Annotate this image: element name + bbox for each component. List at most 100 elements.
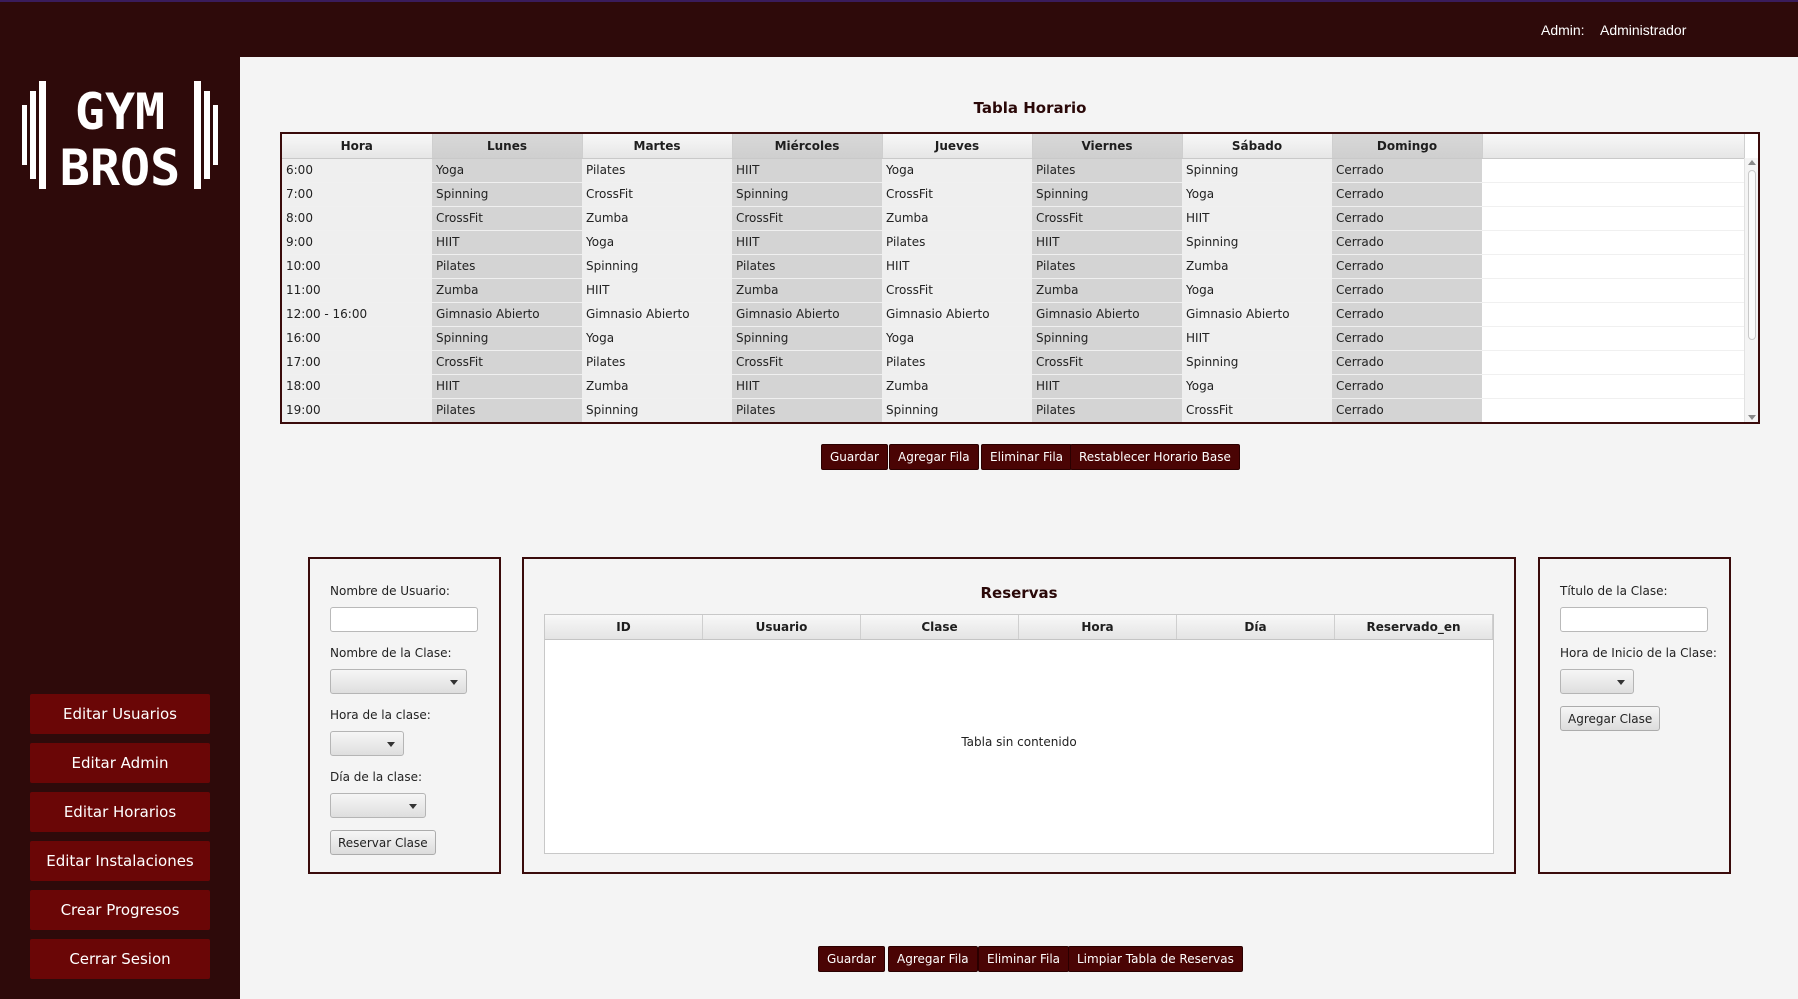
column-header-usuario[interactable]: Usuario xyxy=(703,615,861,639)
schedule-class-cell[interactable]: Cerrado xyxy=(1332,350,1482,375)
scrollbar-thumb[interactable] xyxy=(1748,170,1756,340)
schedule-class-cell[interactable]: Yoga xyxy=(1182,182,1332,207)
schedule-class-cell[interactable]: Zumba xyxy=(582,206,732,231)
schedule-class-cell[interactable]: CrossFit xyxy=(882,278,1032,303)
column-header-martes[interactable]: Martes xyxy=(582,134,733,159)
schedule-time-cell[interactable]: 9:00 xyxy=(282,230,432,255)
schedule-time-cell[interactable]: 12:00 - 16:00 xyxy=(282,302,432,327)
schedule-class-cell[interactable]: CrossFit xyxy=(1182,398,1332,422)
schedule-row[interactable]: 17:00 CrossFit Pilates CrossFit Pilates Cross… xyxy=(282,350,1744,375)
schedule-class-cell[interactable]: Cerrado xyxy=(1332,206,1482,231)
edit-users-button[interactable]: Editar Usuarios xyxy=(30,694,210,734)
column-header-jueves[interactable]: Jueves xyxy=(882,134,1033,159)
schedule-class-cell[interactable]: Pilates xyxy=(432,398,582,422)
schedule-time-cell[interactable]: 16:00 xyxy=(282,326,432,351)
edit-facilities-button[interactable]: Editar Instalaciones xyxy=(30,841,210,881)
schedule-class-cell[interactable]: Yoga xyxy=(582,230,732,255)
column-header-id[interactable]: ID xyxy=(545,615,703,639)
schedule-class-cell[interactable]: HIIT xyxy=(1032,230,1182,255)
schedule-time-cell[interactable]: 6:00 xyxy=(282,158,432,183)
scroll-up-icon[interactable] xyxy=(1748,160,1756,165)
schedule-class-cell[interactable]: Spinning xyxy=(432,326,582,351)
schedule-class-cell[interactable]: Pilates xyxy=(1032,158,1182,183)
schedule-class-cell[interactable]: Zumba xyxy=(732,278,882,303)
column-header-clase[interactable]: Clase xyxy=(861,615,1019,639)
schedule-scrollbar[interactable] xyxy=(1744,158,1758,422)
schedule-class-cell[interactable]: Zumba xyxy=(582,374,732,399)
username-input[interactable] xyxy=(330,607,478,632)
schedule-class-cell[interactable]: Gimnasio Abierto xyxy=(1182,302,1332,327)
schedule-class-cell[interactable]: Spinning xyxy=(582,254,732,279)
schedule-class-cell[interactable]: Pilates xyxy=(582,350,732,375)
schedule-class-cell[interactable]: CrossFit xyxy=(1032,206,1182,231)
schedule-class-cell[interactable]: Spinning xyxy=(1182,350,1332,375)
schedule-row[interactable]: 10:00 Pilates Spinning Pilates HIIT Pilates Zu… xyxy=(282,254,1744,279)
schedule-class-cell[interactable]: Cerrado xyxy=(1332,182,1482,207)
schedule-time-cell[interactable]: 11:00 xyxy=(282,278,432,303)
schedule-class-cell[interactable]: Zumba xyxy=(1032,278,1182,303)
schedule-time-cell[interactable]: 10:00 xyxy=(282,254,432,279)
schedule-class-cell[interactable]: CrossFit xyxy=(1032,350,1182,375)
class-start-combo[interactable] xyxy=(1560,669,1634,694)
class-time-combo[interactable] xyxy=(330,731,404,756)
schedule-class-cell[interactable]: HIIT xyxy=(582,278,732,303)
schedule-class-cell[interactable]: HIIT xyxy=(732,374,882,399)
column-header-sabado[interactable]: Sábado xyxy=(1182,134,1333,159)
logout-button[interactable]: Cerrar Sesion xyxy=(30,939,210,979)
schedule-row[interactable]: 9:00 HIIT Yoga HIIT Pilates HIIT Spinning Cerra… xyxy=(282,230,1744,255)
schedule-class-cell[interactable]: Cerrado xyxy=(1332,398,1482,422)
schedule-class-cell[interactable]: HIIT xyxy=(882,254,1032,279)
reservations-delete-row-button[interactable]: Eliminar Fila xyxy=(978,946,1070,972)
edit-admin-button[interactable]: Editar Admin xyxy=(30,743,210,783)
schedule-class-cell[interactable]: HIIT xyxy=(432,374,582,399)
column-header-domingo[interactable]: Domingo xyxy=(1332,134,1483,159)
schedule-class-cell[interactable]: Pilates xyxy=(732,398,882,422)
schedule-class-cell[interactable]: Zumba xyxy=(1182,254,1332,279)
schedule-class-cell[interactable]: CrossFit xyxy=(582,182,732,207)
schedule-time-cell[interactable]: 7:00 xyxy=(282,182,432,207)
schedule-class-cell[interactable]: CrossFit xyxy=(432,206,582,231)
column-header-viernes[interactable]: Viernes xyxy=(1032,134,1183,159)
scroll-down-icon[interactable] xyxy=(1748,415,1756,420)
schedule-class-cell[interactable]: CrossFit xyxy=(732,206,882,231)
create-progress-button[interactable]: Crear Progresos xyxy=(30,890,210,930)
column-header-reservado-en[interactable]: Reservado_en xyxy=(1335,615,1493,639)
schedule-class-cell[interactable]: HIIT xyxy=(432,230,582,255)
schedule-class-cell[interactable]: Yoga xyxy=(882,326,1032,351)
reservations-save-button[interactable]: Guardar xyxy=(818,946,885,972)
schedule-class-cell[interactable]: Spinning xyxy=(1182,158,1332,183)
schedule-class-cell[interactable]: HIIT xyxy=(1032,374,1182,399)
schedule-class-cell[interactable]: Spinning xyxy=(432,182,582,207)
schedule-row[interactable]: 6:00 Yoga Pilates HIIT Yoga Pilates Spinning Ce… xyxy=(282,158,1744,183)
schedule-time-cell[interactable]: 18:00 xyxy=(282,374,432,399)
schedule-row[interactable]: 19:00 Pilates Spinning Pilates Spinning Pilat… xyxy=(282,398,1744,422)
reservations-add-row-button[interactable]: Agregar Fila xyxy=(888,946,978,972)
schedule-class-cell[interactable]: Cerrado xyxy=(1332,158,1482,183)
schedule-table[interactable]: Hora Lunes Martes Miércoles Jueves Viern… xyxy=(280,132,1760,424)
schedule-row[interactable]: 16:00 Spinning Yoga Spinning Yoga Spinning HII… xyxy=(282,326,1744,351)
schedule-class-cell[interactable]: HIIT xyxy=(732,230,882,255)
schedule-class-cell[interactable]: Yoga xyxy=(582,326,732,351)
schedule-class-cell[interactable]: CrossFit xyxy=(882,182,1032,207)
schedule-class-cell[interactable]: Gimnasio Abierto xyxy=(432,302,582,327)
schedule-class-cell[interactable]: Pilates xyxy=(1032,254,1182,279)
schedule-class-cell[interactable]: Yoga xyxy=(1182,278,1332,303)
reserve-class-button[interactable]: Reservar Clase xyxy=(330,830,436,855)
column-header-dia[interactable]: Día xyxy=(1177,615,1335,639)
add-class-button[interactable]: Agregar Clase xyxy=(1560,706,1661,731)
schedule-class-cell[interactable]: HIIT xyxy=(1182,206,1332,231)
schedule-time-cell[interactable]: 17:00 xyxy=(282,350,432,375)
schedule-class-cell[interactable]: Spinning xyxy=(732,326,882,351)
schedule-class-cell[interactable]: Gimnasio Abierto xyxy=(732,302,882,327)
column-header-hora[interactable]: Hora xyxy=(1019,615,1177,639)
schedule-add-row-button[interactable]: Agregar Fila xyxy=(889,444,979,470)
schedule-class-cell[interactable]: Cerrado xyxy=(1332,302,1482,327)
schedule-class-cell[interactable]: Pilates xyxy=(1032,398,1182,422)
schedule-row[interactable]: 7:00 Spinning CrossFit Spinning CrossFit Spin… xyxy=(282,182,1744,207)
schedule-class-cell[interactable]: Spinning xyxy=(582,398,732,422)
schedule-class-cell[interactable]: Pilates xyxy=(882,350,1032,375)
schedule-class-cell[interactable]: Gimnasio Abierto xyxy=(582,302,732,327)
schedule-row[interactable]: 8:00 CrossFit Zumba CrossFit Zumba CrossFit HI… xyxy=(282,206,1744,231)
class-day-combo[interactable] xyxy=(330,793,426,818)
column-header-miercoles[interactable]: Miércoles xyxy=(732,134,883,159)
